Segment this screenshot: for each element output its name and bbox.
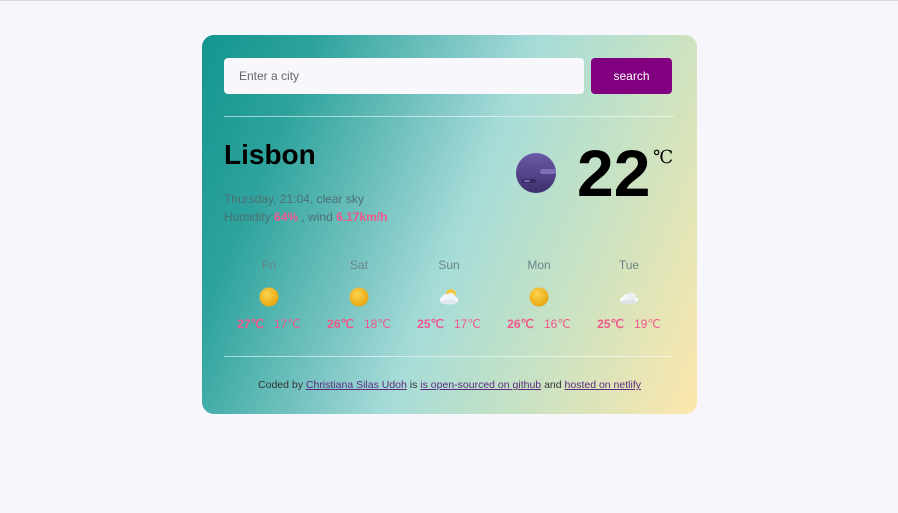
- forecast-day-mon: Mon 26℃ 16℃: [494, 257, 584, 332]
- partly-cloudy-icon: [440, 289, 458, 305]
- sun-icon: [259, 287, 279, 307]
- weather-description: clear sky: [316, 192, 364, 206]
- forecast-max: 26℃: [507, 317, 534, 331]
- moon-clear-night-icon: [516, 153, 556, 193]
- forecast-day-sat: Sat 26℃ 18℃: [314, 257, 404, 332]
- footer-prefix: Coded by: [258, 379, 303, 391]
- sun-icon: [349, 287, 369, 307]
- humidity-label: Humidity:: [224, 210, 275, 224]
- forecast-max: 27℃: [237, 317, 264, 331]
- forecast-row: Fri 27℃ 17℃ Sat 26℃ 18℃ Sun 25℃ 17℃ Mon 26℃…: [224, 257, 674, 337]
- github-link[interactable]: is open-sourced on github: [420, 379, 541, 391]
- forecast-day-name: Mon: [527, 258, 551, 272]
- bottom-divider: [224, 356, 674, 357]
- forecast-day-name: Fri: [262, 258, 276, 272]
- netlify-link[interactable]: hosted on netlify: [565, 379, 641, 391]
- search-form: search: [224, 58, 674, 94]
- wind-value: 6.17km/h: [336, 210, 388, 224]
- forecast-day-name: Sat: [349, 258, 368, 272]
- forecast-day-name: Sun: [438, 258, 460, 272]
- forecast-min: 17℃: [454, 317, 481, 331]
- forecast-min: 17℃: [274, 317, 301, 331]
- sun-icon: [529, 287, 549, 307]
- wind-label: , wind: [301, 210, 333, 224]
- forecast-day-sun: Sun 25℃ 17℃: [404, 257, 494, 332]
- city-name: Lisbon: [224, 139, 316, 170]
- datetime: Thursday, 21:04: [224, 192, 310, 206]
- forecast-min: 19℃: [634, 317, 661, 331]
- top-divider: [224, 116, 674, 117]
- forecast-max: 25℃: [597, 317, 624, 331]
- forecast-day-name: Tue: [618, 258, 640, 272]
- author-link[interactable]: Christiana Silas Udoh: [306, 379, 407, 391]
- footer-is: is: [409, 379, 418, 391]
- temperature-unit: ℃: [653, 147, 674, 168]
- forecast-day-tue: Tue 25℃ 19℃: [584, 257, 674, 332]
- weather-card: search Lisbon Thursday, 21:04, clear sky…: [202, 35, 697, 414]
- cloud-icon: [620, 292, 638, 305]
- datetime-description: Thursday, 21:04, clear sky: [224, 192, 364, 206]
- weather-details: Thursday, 21:04, clear sky Humidity:64% …: [224, 190, 387, 226]
- forecast-min: 18℃: [364, 317, 391, 331]
- search-button[interactable]: search: [591, 58, 672, 94]
- current-temperature: 22: [577, 136, 651, 210]
- forecast-day-fri: Fri 27℃ 17℃: [224, 257, 314, 332]
- forecast-max: 26℃: [327, 317, 354, 331]
- forecast-max: 25℃: [417, 317, 444, 331]
- footer-and: and: [544, 379, 562, 391]
- humidity-wind: Humidity:64% , wind 6.17km/h: [224, 208, 387, 226]
- city-search-input[interactable]: [224, 58, 584, 94]
- humidity-value: 64%: [274, 210, 299, 224]
- forecast-min: 16℃: [544, 317, 571, 331]
- footer: Coded by Christiana Silas Udoh is is ope…: [202, 379, 697, 391]
